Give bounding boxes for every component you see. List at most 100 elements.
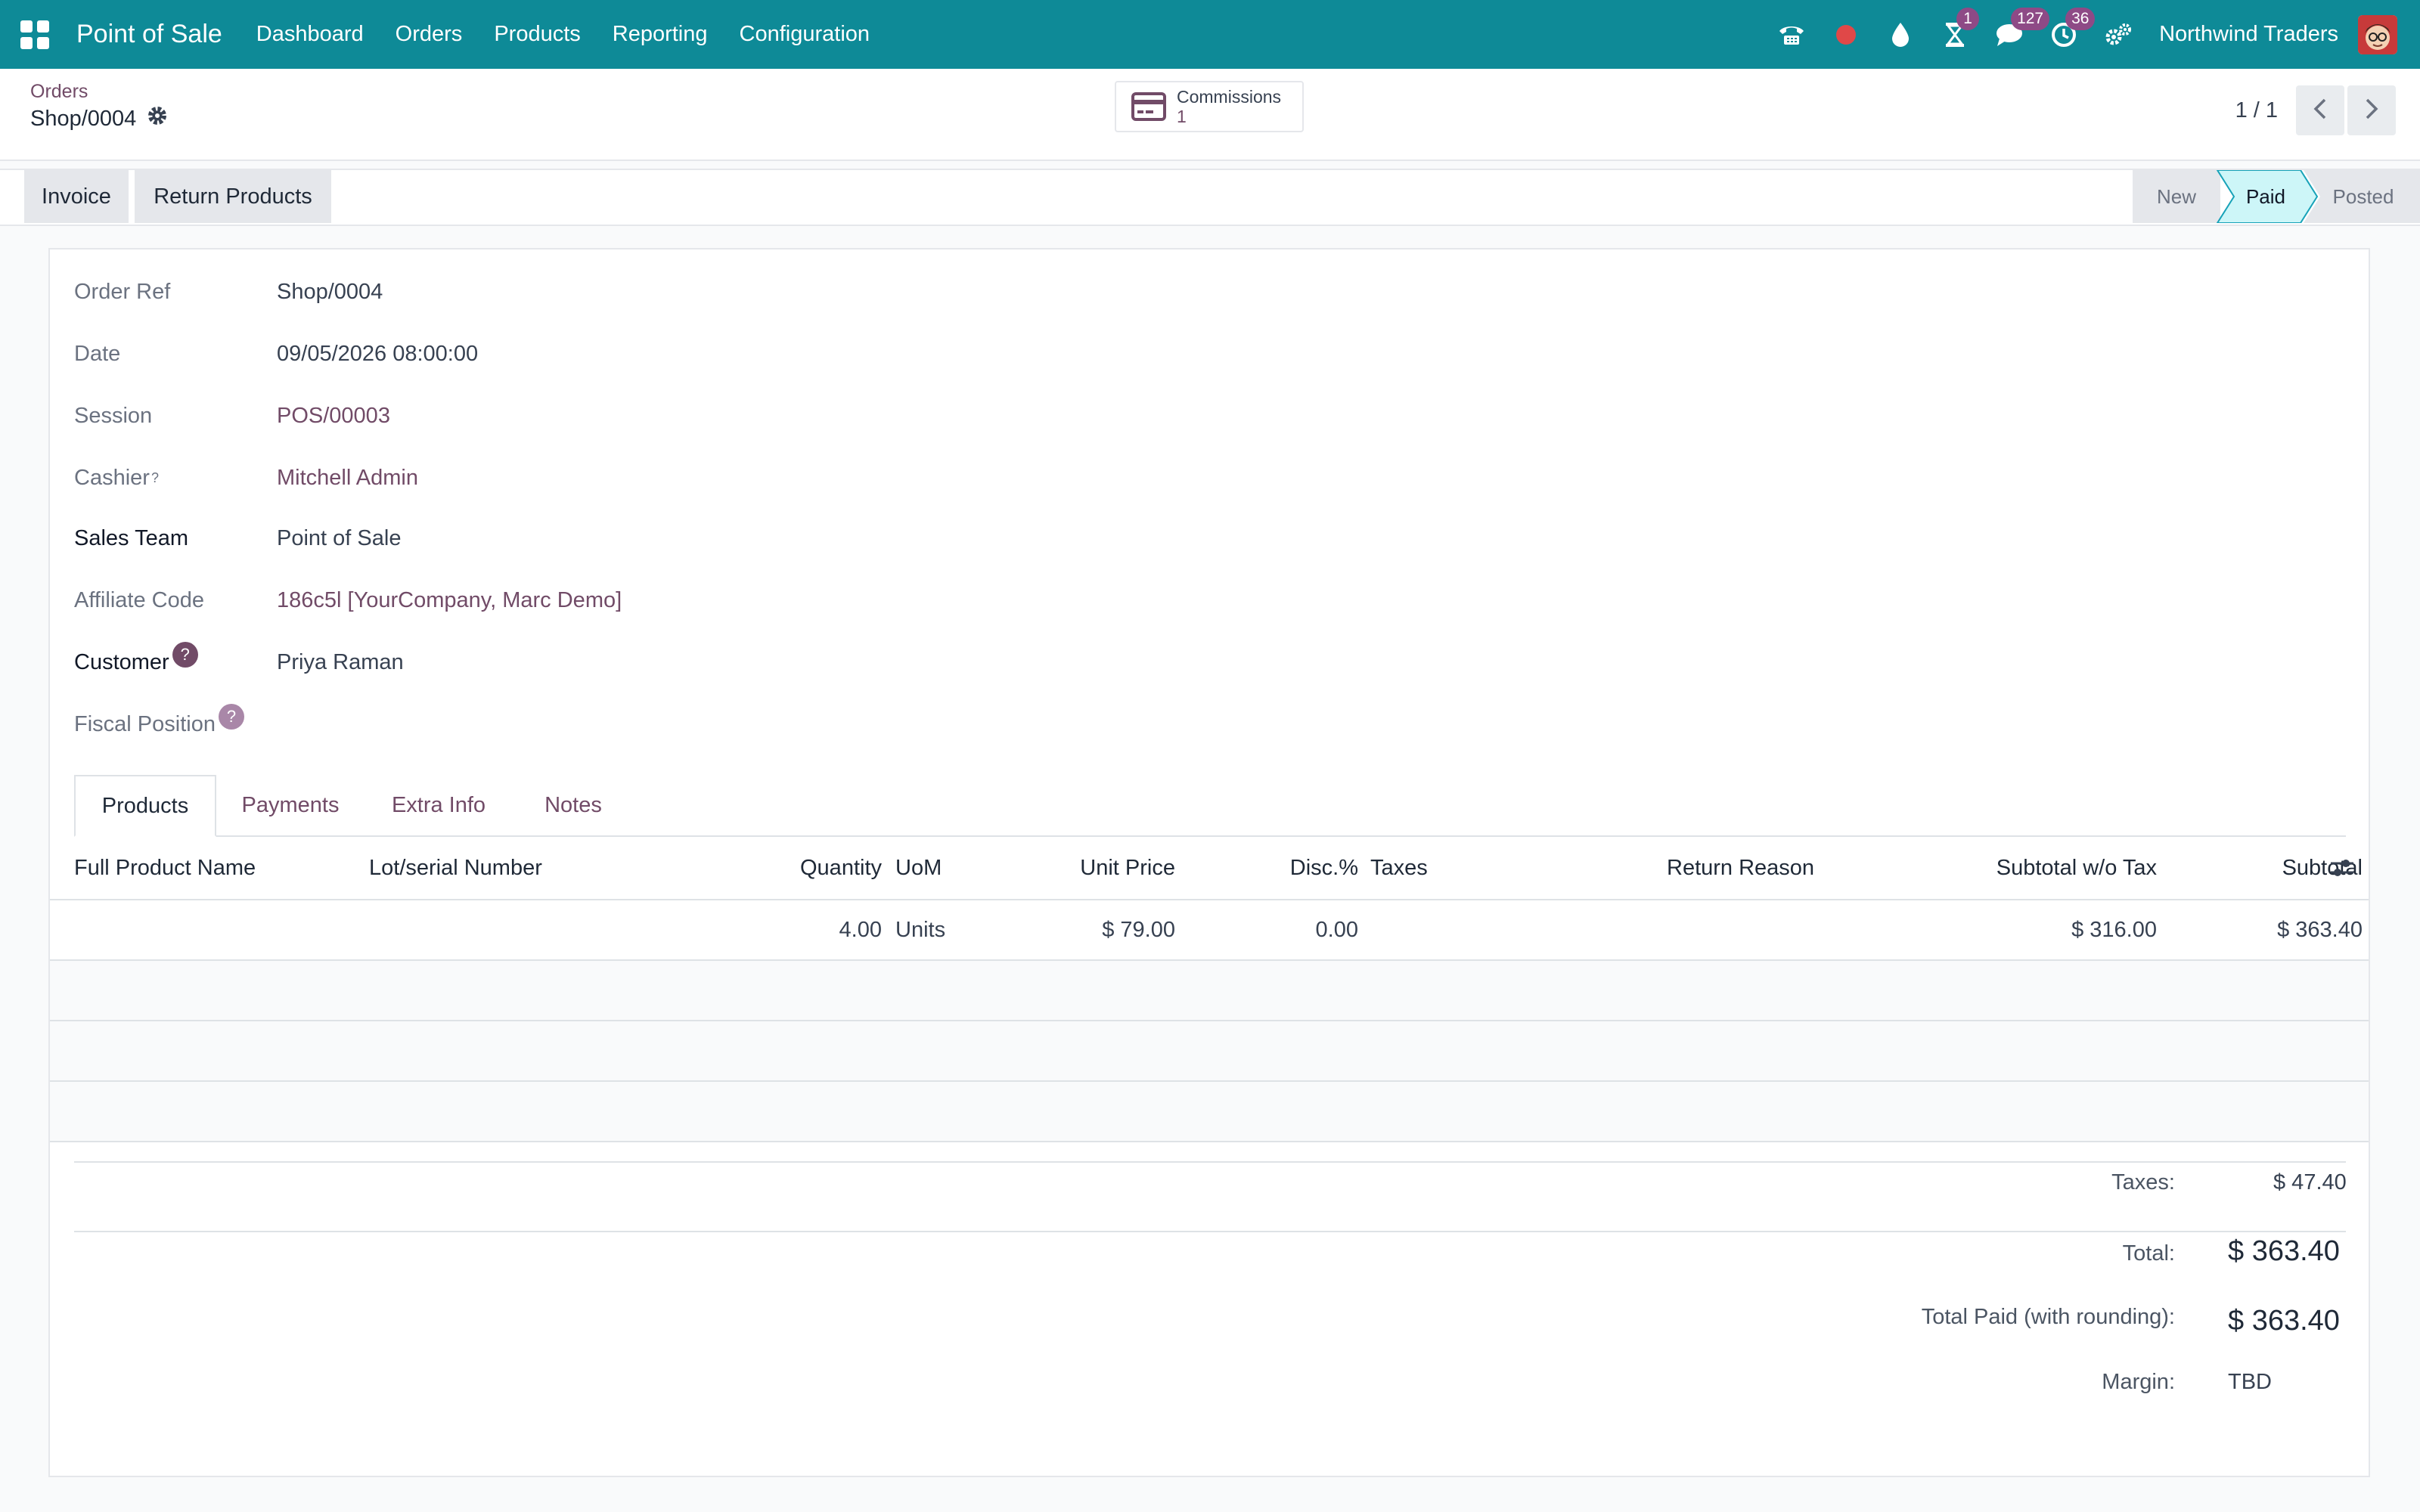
notebook-tabs: Products Payments Extra Info Notes [74,775,2346,837]
col-lot-serial[interactable]: Lot/serial Number [369,837,542,899]
col-unit-price[interactable]: Unit Price [995,837,1175,899]
affiliate-code-label: Affiliate Code [74,587,204,612]
col-subtotal-wo-tax[interactable]: Subtotal w/o Tax [1865,837,2157,899]
record-title: Shop/0004 [30,106,137,131]
col-full-product-name[interactable]: Full Product Name [74,837,256,899]
sales-team-label: Sales Team [74,525,188,550]
customer-help-icon[interactable]: ? [172,642,198,668]
affiliate-code-link[interactable]: 186c5l [YourCompany, Marc Demo] [277,588,622,613]
taxes-label: Taxes: [2111,1170,2175,1194]
clock-icon[interactable]: 36 [2047,7,2096,51]
session-label: Session [74,403,153,428]
table-row[interactable]: 4.00 Units $ 79.00 0.00 $ 316.00 $ 363.4… [50,900,2369,961]
menu-item-orders[interactable]: Orders [380,22,479,47]
session-link[interactable]: POS/00003 [277,404,390,429]
margin-value: TBD [2228,1370,2272,1394]
avatar[interactable] [2358,14,2397,54]
field-session: Session POS/00003 [74,399,390,432]
chevron-right-icon [2363,97,2381,125]
pager: 1 / 1 [2235,85,2396,135]
water-drop-icon[interactable] [1884,18,1917,51]
fiscal-position-help-icon[interactable]: ? [218,704,244,730]
total-value: $ 363.40 [2228,1235,2340,1267]
field-order-ref: Order Ref Shop/0004 [74,275,383,308]
cell-quantity: 4.00 [839,917,882,942]
menu-item-products[interactable]: Products [478,22,596,47]
menu-item-reporting[interactable]: Reporting [597,22,724,47]
col-taxes[interactable]: Taxes [1370,837,1428,899]
margin-label: Margin: [2102,1370,2175,1394]
sliders-icon[interactable] [2329,837,2355,899]
app-name[interactable]: Point of Sale [76,20,222,49]
credit-card-icon [1131,92,1166,121]
pager-previous-button[interactable] [2296,85,2344,135]
field-customer: Customer ? Priya Raman [74,642,404,679]
empty-row [50,1021,2369,1082]
tab-extra-info[interactable]: Extra Info [365,775,513,835]
tab-payments[interactable]: Payments [216,775,365,835]
cashier-label: Cashier ? [74,466,277,491]
cell-uom: Units [895,917,946,942]
customer-label-text: Customer [74,649,169,674]
form-sheet: Order Ref Shop/0004 Date 09/05/2026 08:0… [48,248,2370,1477]
field-sales-team: Sales Team Point of Sale [74,522,401,555]
breadcrumb-orders[interactable]: Orders [30,81,88,103]
taxes-value: $ 47.40 [2273,1170,2347,1194]
fiscal-position-label-text: Fiscal Position [74,711,216,736]
cashier-tooltip-icon[interactable]: ? [151,470,159,486]
tab-products[interactable]: Products [74,775,216,837]
breadcrumb: Shop/0004 [30,105,168,132]
tab-notes[interactable]: Notes [513,775,634,835]
commissions-count: 1 [1177,107,1187,126]
col-discount[interactable]: Disc.% [1192,837,1358,899]
col-uom[interactable]: UoM [895,837,942,899]
chat-icon[interactable]: 127 [1993,7,2050,51]
hourglass-icon[interactable]: 1 [1938,7,1980,51]
total-paid-value: $ 363.40 [2228,1305,2340,1337]
company-switcher[interactable]: Northwind Traders [2159,22,2338,47]
gear-icon[interactable] [147,105,168,132]
commissions-label: Commissions [1177,87,1282,107]
col-quantity[interactable]: Quantity [678,837,882,899]
field-cashier: Cashier ? Mitchell Admin [74,461,418,494]
cashier-link[interactable]: Mitchell Admin [277,466,418,491]
order-ref-value: Shop/0004 [277,279,383,304]
stage-paid[interactable]: Paid [2231,170,2301,223]
commissions-smart-button[interactable]: Commissions 1 [1115,81,1304,132]
cell-subtotal-wo-tax: $ 316.00 [2071,917,2157,942]
activity-badge: 1 [1956,7,1980,30]
totals-divider [74,1231,2346,1232]
systray: 1 127 36 Northwind Traders [1764,0,2397,69]
pager-value[interactable]: 1 / 1 [2235,98,2278,123]
phone-icon[interactable] [1775,18,1808,51]
messages-badge: 127 [2011,7,2050,30]
field-fiscal-position: Fiscal Position ? [74,704,277,741]
top-navbar: Point of Sale Dashboard Orders Products … [0,0,2420,69]
menu-item-dashboard[interactable]: Dashboard [240,22,380,47]
fiscal-position-label: Fiscal Position ? [74,704,277,737]
commissions-text: Commissions 1 [1177,87,1281,126]
apps-grid-icon[interactable] [20,20,49,49]
invoice-button[interactable]: Invoice [24,170,129,223]
col-return-reason[interactable]: Return Reason [1667,837,1814,899]
menu-item-configuration[interactable]: Configuration [724,22,886,47]
debug-gears-icon[interactable] [2102,18,2135,51]
date-value: 09/05/2026 08:00:00 [277,341,479,366]
pager-next-button[interactable] [2347,85,2396,135]
customer-value[interactable]: Priya Raman [277,650,404,675]
field-date: Date 09/05/2026 08:00:00 [74,337,478,370]
cell-discount: 0.00 [1315,917,1358,942]
sales-team-value: Point of Sale [277,525,402,550]
return-products-button[interactable]: Return Products [135,170,331,223]
order-lines-table: Full Product Name Lot/serial Number Quan… [50,837,2369,1142]
field-affiliate-code: Affiliate Code 186c5l [YourCompany, Marc… [74,584,622,617]
table-header: Full Product Name Lot/serial Number Quan… [50,837,2369,900]
main-menu: Dashboard Orders Products Reporting Conf… [240,22,886,47]
stage-new[interactable]: New [2133,170,2220,223]
empty-row [50,1082,2369,1142]
total-label: Total: [2122,1241,2175,1266]
stage-posted[interactable]: Posted [2322,170,2405,223]
totals-divider [74,1161,2346,1163]
control-panel: Orders Shop/0004 Commissions 1 1 / 1 [0,69,2420,161]
record-dot-icon[interactable] [1829,18,1863,51]
